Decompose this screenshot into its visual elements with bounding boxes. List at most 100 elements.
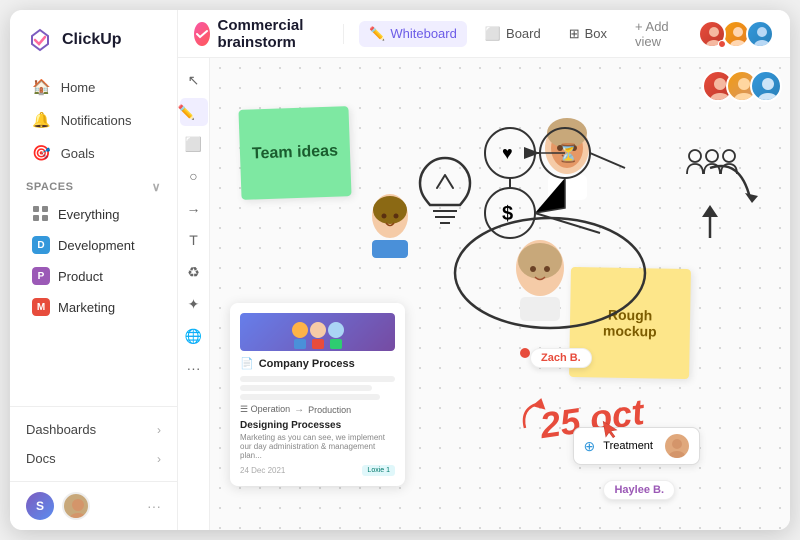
card-line-2 (240, 385, 372, 391)
tab-whiteboard[interactable]: ✏️ Whiteboard (359, 21, 467, 47)
select-tool[interactable]: ↖ (180, 66, 208, 94)
product-label: Product (58, 269, 103, 284)
everything-label: Everything (58, 207, 119, 222)
spaces-label: Spaces (26, 181, 73, 193)
pen-tool[interactable]: ✏️ (180, 98, 208, 126)
tools-sidebar: ↖ ✏️ ⬜ ○ → T ♻ ✦ 🌐 ··· (178, 58, 210, 530)
card-banner (240, 313, 395, 351)
sidebar-item-notifications[interactable]: 🔔 Notifications (16, 104, 171, 136)
lightbulb-drawing (415, 153, 475, 233)
sidebar-item-notifications-label: Notifications (61, 113, 132, 128)
sidebar-item-docs[interactable]: Docs › (10, 444, 177, 473)
collaborator-3 (746, 20, 774, 48)
treatment-avatar (665, 434, 689, 458)
card-subtitle: Designing Processes (240, 420, 395, 431)
marketing-icon: M (32, 298, 50, 316)
haylee-label: Haylee B. (614, 484, 664, 496)
svg-text:♥: ♥ (502, 143, 513, 163)
card-title: 📄 Company Process (240, 357, 395, 370)
card-line-3 (240, 394, 380, 400)
add-view-button[interactable]: + Add view (625, 14, 686, 54)
collaborator-avatars (698, 20, 774, 48)
product-icon: P (32, 267, 50, 285)
sidebar-item-home-label: Home (61, 80, 96, 95)
treatment-icon: ⊕ (584, 438, 596, 455)
sidebar-bottom: Dashboards › Docs › (10, 406, 177, 481)
sticky-green-text: Team ideas (252, 143, 339, 164)
date-arrow (515, 388, 565, 438)
goals-icon: 🎯 (32, 144, 51, 162)
docs-chevron-icon: › (157, 452, 161, 466)
text-tool[interactable]: T (180, 226, 208, 254)
box-tab-icon: ⊞ (569, 26, 580, 42)
app-logo[interactable]: ClickUp (10, 10, 177, 66)
zach-badge: Zach B. (530, 348, 592, 368)
toolbar-divider (343, 24, 344, 44)
canvas-avatar-3 (750, 70, 782, 102)
main-area: Commercial brainstorm ✏️ Whiteboard ⬜ Bo… (178, 10, 790, 530)
sidebar-item-marketing[interactable]: M Marketing (16, 292, 171, 322)
bell-icon: 🔔 (32, 111, 51, 129)
card-footer: 24 Dec 2021 Loxie 1 (240, 465, 395, 476)
sidebar-item-everything[interactable]: Everything (16, 199, 171, 229)
home-icon: 🏠 (32, 78, 51, 96)
card-badge: Loxie 1 (362, 465, 395, 476)
marketing-label: Marketing (58, 300, 115, 315)
card-line-1 (240, 376, 395, 382)
everything-icon (32, 205, 50, 223)
company-process-card[interactable]: 📄 Company Process ☰ Operation → Producti… (230, 303, 405, 486)
zach-label: Zach B. (541, 352, 581, 364)
spaces-chevron-icon[interactable]: ∨ (152, 180, 161, 194)
sidebar-item-goals-label: Goals (61, 146, 95, 161)
haylee-badge: Haylee B. (603, 480, 675, 500)
canvas-avatars (702, 70, 782, 102)
sidebar-item-home[interactable]: 🏠 Home (16, 71, 171, 103)
spaces-section-header: Spaces ∨ (10, 170, 177, 198)
more-tools[interactable]: ··· (180, 354, 208, 382)
whiteboard-tab-icon: ✏️ (369, 26, 385, 42)
arrow-up-icon (695, 203, 725, 248)
people-icon (685, 146, 740, 196)
treatment-card[interactable]: ⊕ Treatment (573, 427, 700, 465)
sidebar-item-development[interactable]: D Development (16, 230, 171, 260)
dashboards-chevron-icon: › (157, 423, 161, 437)
rectangle-tool[interactable]: ⬜ (180, 130, 208, 158)
sticky-yellow-text: Rough mockup (580, 306, 681, 340)
card-subtext: Marketing as you can see, we implement o… (240, 433, 395, 460)
card-process-row: ☰ Operation → Production (240, 404, 395, 415)
logo-text: ClickUp (62, 31, 122, 49)
user-area[interactable]: S ··· (10, 481, 177, 530)
collaborator-1 (698, 20, 726, 48)
sticky-note-green[interactable]: Team ideas (238, 106, 351, 200)
arrow-tool[interactable]: → (180, 194, 208, 222)
page-title: Commercial brainstorm (218, 17, 327, 51)
tab-board[interactable]: ⬜ Board (475, 21, 551, 47)
docs-label: Docs (26, 451, 56, 466)
sidebar-item-goals[interactable]: 🎯 Goals (16, 137, 171, 169)
sidebar-nav: 🏠 Home 🔔 Notifications 🎯 Goals Spaces ∨ (10, 66, 177, 406)
add-view-label: + Add view (635, 19, 676, 49)
user-photo (62, 492, 90, 520)
canvas[interactable]: Team ideas Rough mockup (210, 58, 790, 530)
transform-tool[interactable]: ♻ (180, 258, 208, 286)
whiteboard-tab-label: Whiteboard (390, 26, 456, 41)
box-tab-label: Box (585, 26, 607, 41)
globe-tool[interactable]: 🌐 (180, 322, 208, 350)
sidebar-item-product[interactable]: P Product (16, 261, 171, 291)
circle-tool[interactable]: ○ (180, 162, 208, 190)
toolbar-title-area: Commercial brainstorm ✏️ Whiteboard ⬜ Bo… (194, 14, 686, 54)
view-icon (194, 22, 210, 46)
diagram-svg: ♥ ⏳ $ (450, 113, 650, 273)
development-label: Development (58, 238, 135, 253)
board-tab-icon: ⬜ (485, 26, 501, 42)
star-tool[interactable]: ✦ (180, 290, 208, 318)
user-menu-icon[interactable]: ··· (147, 498, 161, 514)
pen-dot (520, 348, 530, 358)
toolbar: Commercial brainstorm ✏️ Whiteboard ⬜ Bo… (178, 10, 790, 58)
person-photo-3 (360, 188, 420, 258)
dashboards-label: Dashboards (26, 422, 96, 437)
sidebar-item-dashboards[interactable]: Dashboards › (10, 415, 177, 444)
sidebar: ClickUp 🏠 Home 🔔 Notifications 🎯 Goals S… (10, 10, 178, 530)
tab-box[interactable]: ⊞ Box (559, 21, 617, 47)
board-tab-label: Board (506, 26, 541, 41)
